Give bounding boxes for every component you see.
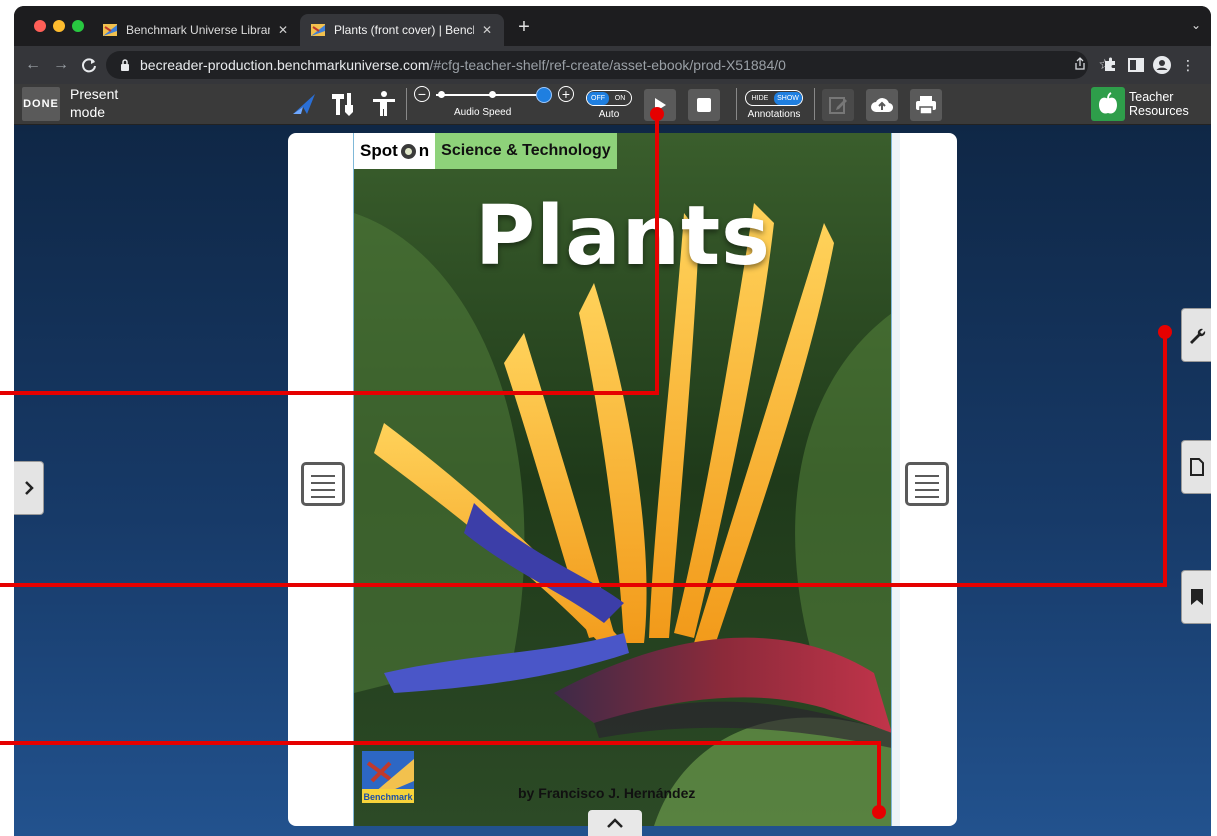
browser-toolbar: ← → becreader-production.benchmarkuniver… [14, 46, 1211, 84]
close-window-button[interactable] [34, 20, 46, 32]
stop-icon [697, 98, 711, 112]
bookmarks-panel-button[interactable] [1181, 570, 1211, 624]
series-logo: Spot n [354, 133, 436, 169]
speed-step [489, 91, 496, 98]
audio-speed-label: Audio Speed [454, 107, 512, 118]
annotations-toggle-show: SHOW [774, 91, 802, 105]
tab-plants-cover[interactable]: Plants (front cover) | Benchmark ✕ [300, 14, 504, 46]
speed-step [438, 91, 445, 98]
tab-search-button[interactable]: ⌄ [1191, 18, 1201, 32]
auto-toggle-on: ON [614, 94, 626, 102]
edit-note-button[interactable] [822, 89, 854, 121]
teacher-resources-button[interactable]: Teacher Resources [1091, 86, 1199, 122]
series-logo-o-icon [400, 143, 416, 159]
audio-speed-control[interactable]: − + Audio Speed [414, 86, 574, 122]
close-tab-icon[interactable]: ✕ [276, 23, 290, 37]
benchmark-favicon-icon [311, 24, 325, 36]
page-icon [1189, 458, 1204, 476]
auto-toggle[interactable]: OFF ON [586, 90, 632, 106]
browser-menu-icon[interactable]: ⋮ [1178, 55, 1198, 75]
tab-title: Benchmark Universe Library [126, 23, 270, 37]
decrease-speed-icon[interactable]: − [414, 86, 430, 102]
previous-page-button[interactable] [14, 461, 44, 515]
book-title: Plants [475, 189, 771, 284]
play-button[interactable] [644, 89, 676, 121]
benchmark-favicon-icon [103, 24, 117, 36]
address-bar[interactable]: becreader-production.benchmarkuniverse.c… [106, 51, 1088, 79]
auto-caption: Auto [598, 109, 620, 120]
play-icon [655, 98, 666, 112]
series-name-part2: n [418, 141, 430, 160]
url-host: becreader-production.benchmarkuniverse.c… [140, 57, 430, 73]
audio-speed-slider-handle[interactable] [536, 87, 552, 103]
tab-strip: Benchmark Universe Library ✕ Plants (fro… [14, 6, 1211, 46]
toolbar-divider [736, 88, 737, 120]
selection-arrow-icon[interactable] [290, 90, 318, 118]
edit-note-icon [829, 97, 847, 114]
cloud-upload-icon [871, 98, 894, 113]
reader-toolbar: DONE Present mode − + Audio Speed OFF ON… [14, 84, 1211, 125]
wrench-icon [1189, 328, 1205, 344]
series-name-part1: Spot [360, 141, 398, 160]
browser-window: Benchmark Universe Library ✕ Plants (fro… [14, 6, 1211, 836]
chevron-up-icon [607, 818, 623, 828]
tools-icon[interactable] [330, 90, 358, 118]
forward-arrow-icon[interactable]: → [50, 54, 72, 76]
tab-benchmark-library[interactable]: Benchmark Universe Library ✕ [92, 14, 300, 46]
book-author: by Francisco J. Hernández [518, 785, 696, 801]
toolbar-divider [406, 88, 407, 120]
book-cover[interactable]: Spot n Science & Technology Plants Bench… [353, 133, 893, 826]
annotations-toggle-hide: HIDE [751, 94, 769, 102]
maximize-window-button[interactable] [72, 20, 84, 32]
publisher-logo-text: Benchmark [363, 792, 413, 802]
stop-button[interactable] [688, 89, 720, 121]
url-path: /#cfg-teacher-shelf/ref-create/asset-ebo… [429, 57, 786, 73]
done-button[interactable]: DONE [22, 87, 60, 121]
left-page-notes-icon[interactable] [301, 462, 345, 506]
page-edge [891, 133, 900, 826]
benchmark-education-logo: Benchmark [362, 751, 414, 803]
close-tab-icon[interactable]: ✕ [480, 23, 494, 37]
subject-label: Science & Technology [435, 133, 617, 169]
tools-panel-button[interactable] [1181, 308, 1211, 362]
side-panel-icon[interactable] [1126, 55, 1146, 75]
extensions-puzzle-icon[interactable] [1100, 55, 1120, 75]
apple-icon [1091, 87, 1125, 121]
minimize-window-button[interactable] [53, 20, 65, 32]
pages-panel-button[interactable] [1181, 440, 1211, 494]
annotations-toggle[interactable]: HIDE SHOW [745, 90, 803, 106]
new-tab-button[interactable]: + [512, 16, 536, 40]
right-page-notes-icon[interactable] [905, 462, 949, 506]
auto-toggle-off: OFF [587, 91, 609, 105]
print-button[interactable] [910, 89, 942, 121]
teacher-resources-label: Teacher Resources [1129, 90, 1189, 118]
lock-icon [121, 59, 129, 71]
tab-title: Plants (front cover) | Benchmark [334, 23, 474, 37]
printer-icon [916, 96, 936, 115]
annotations-caption: Annotations [747, 109, 801, 120]
reader-stage: Spot n Science & Technology Plants Bench… [14, 125, 1211, 836]
share-icon[interactable] [1073, 57, 1087, 71]
back-arrow-icon[interactable]: ← [22, 54, 44, 76]
page-thumbnails-toggle[interactable] [588, 810, 642, 836]
accessibility-icon[interactable] [370, 90, 398, 118]
upload-button[interactable] [866, 89, 898, 121]
present-mode-label: Present mode [70, 86, 119, 120]
bookmark-icon [1190, 589, 1203, 605]
profile-avatar-icon[interactable] [1152, 55, 1172, 75]
increase-speed-icon[interactable]: + [558, 86, 574, 102]
series-badge: Spot n Science & Technology [354, 133, 617, 169]
toolbar-divider [814, 88, 815, 120]
reload-icon[interactable] [78, 54, 100, 76]
chevron-right-icon [24, 481, 34, 495]
